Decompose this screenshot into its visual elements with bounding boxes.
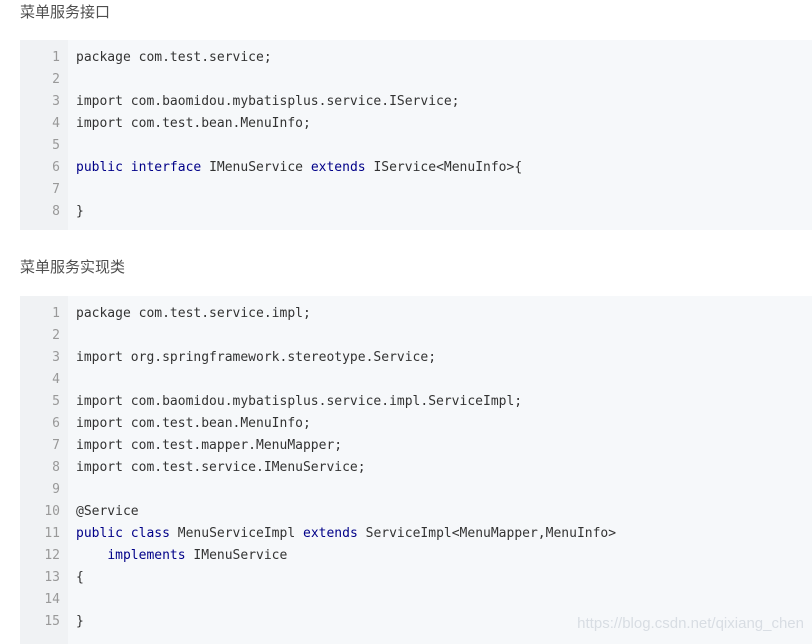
code-token: IMenuService	[201, 160, 311, 175]
line-number: 6	[52, 416, 60, 431]
code-line: 2	[20, 69, 812, 91]
code-token: package com.test.service;	[76, 50, 272, 65]
code-line: 5 import com.baomidou.mybatisplus.service…	[20, 391, 812, 413]
code-token: import com.baomidou.mybatisplus.service.…	[76, 394, 523, 409]
code-text: import com.test.mapper.MenuMapper;	[76, 435, 342, 457]
code-block-impl: 1 package com.test.service.impl; 2 3 import …	[20, 296, 812, 644]
line-number: 8	[52, 204, 60, 219]
code-token: package com.test.service.impl;	[76, 306, 311, 321]
line-number: 1	[52, 50, 60, 65]
code-line: 14	[20, 589, 812, 611]
code-text: import com.baomidou.mybatisplus.service.…	[76, 91, 460, 113]
code-keyword: public	[76, 526, 123, 541]
line-number: 4	[52, 372, 60, 387]
code-line: 1 package com.test.service.impl;	[20, 303, 812, 325]
section-heading-impl: 菜单服务实现类	[20, 258, 126, 276]
code-text: public class MenuServiceImpl extends Ser…	[76, 523, 616, 545]
code-token: import com.baomidou.mybatisplus.service.…	[76, 94, 460, 109]
code-line: 6 public interface IMenuService extends I…	[20, 157, 812, 179]
code-line: 3 import com.baomidou.mybatisplus.service…	[20, 91, 812, 113]
code-line: 4	[20, 369, 812, 391]
code-token: }	[76, 204, 84, 219]
code-token: MenuServiceImpl	[169, 526, 303, 541]
code-line: 7	[20, 179, 812, 201]
code-text: import org.springframework.stereotype.Se…	[76, 347, 436, 369]
code-line: 2	[20, 325, 812, 347]
code-line: 1 package com.test.service;	[20, 47, 812, 69]
code-keyword: class	[130, 526, 170, 541]
code-line: 3 import org.springframework.stereotype.S…	[20, 347, 812, 369]
code-line: 10 @Service	[20, 501, 812, 523]
line-number: 2	[52, 72, 60, 87]
code-line: 8 import com.test.service.IMenuService;	[20, 457, 812, 479]
code-text: implements IMenuService	[76, 545, 287, 567]
code-line: 4 import com.test.bean.MenuInfo;	[20, 113, 812, 135]
code-token: IService<MenuInfo>{	[365, 160, 523, 175]
code-text: import com.baomidou.mybatisplus.service.…	[76, 391, 522, 413]
code-text: {	[76, 567, 84, 589]
code-line: 5	[20, 135, 812, 157]
code-line: 6 import com.test.bean.MenuInfo;	[20, 413, 812, 435]
code-token: IMenuService	[185, 548, 288, 563]
code-keyword: extends	[310, 160, 366, 175]
code-text: }	[76, 201, 84, 223]
code-token: import com.test.bean.MenuInfo;	[76, 416, 311, 431]
line-number: 15	[44, 614, 60, 629]
code-text: import com.test.bean.MenuInfo;	[76, 413, 311, 435]
line-number: 7	[52, 438, 60, 453]
line-number: 1	[52, 306, 60, 321]
code-line: 9	[20, 479, 812, 501]
code-token: import com.test.service.IMenuService;	[76, 460, 366, 475]
line-number: 5	[52, 394, 60, 409]
code-keyword: extends	[303, 526, 358, 541]
watermark: https://blog.csdn.net/qixiang_chen	[577, 615, 804, 632]
code-line: 7 import com.test.mapper.MenuMapper;	[20, 435, 812, 457]
line-number: 7	[52, 182, 60, 197]
code-keyword: interface	[130, 160, 202, 175]
line-number: 2	[52, 328, 60, 343]
code-text: public interface IMenuService extends IS…	[76, 157, 522, 179]
code-keyword: public	[76, 160, 123, 175]
line-number: 3	[52, 94, 60, 109]
line-number: 10	[44, 504, 60, 519]
code-token: import com.test.mapper.MenuMapper;	[76, 438, 343, 453]
code-token: import org.springframework.stereotype.Se…	[76, 350, 437, 365]
line-number: 13	[44, 570, 60, 585]
line-number: 5	[52, 138, 60, 153]
code-keyword: implements	[107, 548, 186, 563]
line-number: 9	[52, 482, 60, 497]
code-token: }	[76, 614, 84, 629]
code-line: 11 public class MenuServiceImpl extends S…	[20, 523, 812, 545]
code-token: ServiceImpl<MenuMapper,MenuInfo>	[357, 526, 617, 541]
code-token: {	[76, 570, 84, 585]
code-text: @Service	[76, 501, 139, 523]
code-block-interface: 1 package com.test.service; 2 3 import com.b…	[20, 40, 812, 230]
code-text: }	[76, 611, 84, 633]
line-number: 4	[52, 116, 60, 131]
line-number: 6	[52, 160, 60, 175]
line-number: 12	[44, 548, 60, 563]
code-text: import com.test.bean.MenuInfo;	[76, 113, 311, 135]
code-token: @Service	[76, 504, 139, 519]
line-number: 8	[52, 460, 60, 475]
code-line: 8}	[20, 201, 812, 223]
section-heading-interface: 菜单服务接口	[20, 3, 111, 21]
line-number: 3	[52, 350, 60, 365]
code-text: package com.test.service.impl;	[76, 303, 311, 325]
code-line: 12 implements IMenuService	[20, 545, 812, 567]
code-text: import com.test.service.IMenuService;	[76, 457, 366, 479]
code-token: import com.test.bean.MenuInfo;	[76, 116, 311, 131]
code-text: package com.test.service;	[76, 47, 272, 69]
code-line: 13 {	[20, 567, 812, 589]
line-number: 11	[44, 526, 60, 541]
line-number: 14	[44, 592, 60, 607]
